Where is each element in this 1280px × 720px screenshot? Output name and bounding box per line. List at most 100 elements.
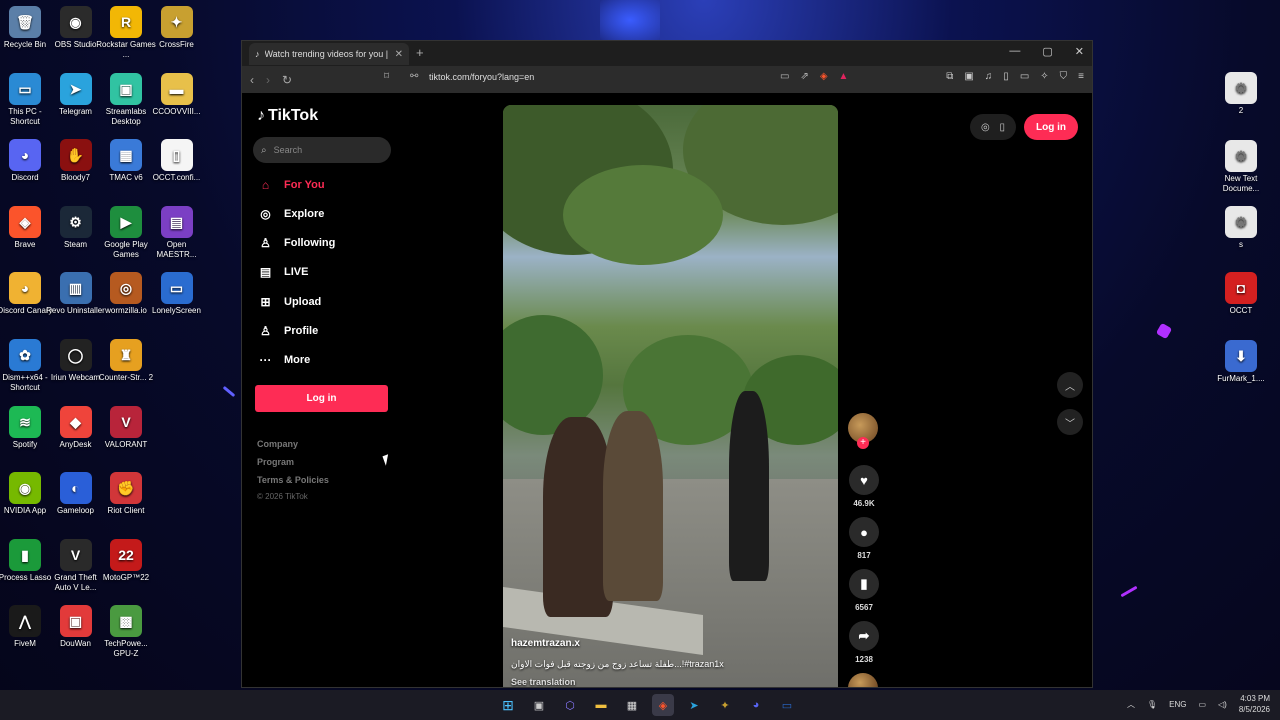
nav-item-following[interactable]: ♙ Following (258, 236, 335, 251)
desktop-icon[interactable]: ▯ OCCT.confi... (147, 139, 207, 183)
video-player[interactable]: hazemtrazan.x طفلة تساعد زوج من زوجته قب… (503, 105, 838, 687)
copilot-icon[interactable]: ⬡ (559, 694, 581, 716)
site-info-icon[interactable]: ⚯ (410, 71, 418, 82)
wallpaper-streak (1155, 322, 1173, 340)
discord-taskbar-icon[interactable]: ◕ (745, 694, 767, 716)
file-icon: ▯ (160, 139, 193, 172)
wallet-icon[interactable]: ▭ (1020, 71, 1029, 82)
previous-video-button[interactable]: ︿ (1057, 372, 1083, 398)
see-translation-link[interactable]: See translation (511, 677, 576, 687)
forward-icon[interactable]: › (266, 73, 270, 87)
media-icon[interactable]: ♫ (985, 71, 993, 82)
brave-shields-icon[interactable]: ◈ (820, 71, 828, 82)
footer-link[interactable]: Terms & Policies (257, 475, 329, 485)
network-icon[interactable]: ▭ (1198, 700, 1206, 709)
volume-icon[interactable]: ◁) (1218, 700, 1227, 709)
tiktok-logo[interactable]: ♪ TikTok (257, 107, 318, 125)
footer-link[interactable]: Program (257, 457, 294, 467)
phone-icon[interactable]: ▯ (1000, 122, 1006, 133)
top-right-controls: ◎ ▯ Log in (970, 114, 1078, 140)
crossfire-taskbar-icon[interactable]: ✦ (714, 694, 736, 716)
login-button[interactable]: Log in (255, 385, 388, 412)
search-input[interactable]: ⌕ Search (253, 137, 391, 163)
nav-item-profile[interactable]: ♙ Profile (258, 324, 318, 339)
compass-icon: ◎ (260, 206, 271, 221)
desktop-icon (147, 339, 207, 373)
bookmark-save-icon[interactable]: ▮ (849, 569, 879, 599)
top-login-button[interactable]: Log in (1024, 114, 1078, 140)
file-explorer-icon[interactable]: ▬ (590, 694, 612, 716)
leo-icon[interactable]: ✧ (1040, 71, 1048, 82)
anydesk-icon: ◆ (59, 405, 92, 438)
extensions-icon[interactable]: ⧉ (946, 71, 953, 82)
nav-item-more[interactable]: ··· More (258, 353, 311, 368)
coin-icon[interactable]: ◎ (981, 122, 990, 133)
desktop-icon[interactable]: ⬇ FurMark_1.... (1211, 340, 1271, 384)
menu-icon[interactable]: ≡ (1078, 71, 1084, 82)
vpn-icon[interactable]: ⛉ (1060, 71, 1068, 82)
desktop-icon[interactable]: ⚙ s (1211, 206, 1271, 250)
clock[interactable]: 4:03 PM 8/5/2026 (1239, 693, 1270, 715)
video-username[interactable]: hazemtrazan.x (511, 638, 580, 649)
desktop-icon[interactable]: ◘ OCCT (1211, 272, 1271, 316)
share-icon[interactable]: ⇗ (800, 71, 808, 82)
footer-link[interactable]: Company (257, 439, 298, 449)
new-tab-button[interactable]: + (416, 45, 424, 60)
language-indicator[interactable]: ENG (1169, 700, 1186, 709)
comment-icon[interactable]: ● (849, 517, 879, 547)
close-tab-icon[interactable]: ✕ (395, 49, 403, 60)
comment-action[interactable]: ● 817 (847, 517, 881, 560)
nav-item-live[interactable]: ▤ LIVE (258, 265, 309, 280)
reload-icon[interactable]: ↻ (282, 73, 292, 87)
telegram-taskbar-icon[interactable]: ➤ (683, 694, 705, 716)
maximize-icon[interactable]: ▢ (1042, 45, 1052, 58)
clock-time: 4:03 PM (1240, 694, 1270, 703)
bookmark-icon[interactable]: ⌑ (384, 71, 389, 82)
desktop-icon (147, 539, 207, 573)
share-arrow-icon[interactable]: ➦ (849, 621, 879, 651)
task-view-icon[interactable]: ▣ (528, 694, 550, 716)
desktop-icon[interactable]: ▭ LonelyScreen (147, 272, 207, 316)
nav-item-for-you[interactable]: ⌂ For You (258, 177, 325, 192)
settings-file-icon: ⚙ (1225, 206, 1257, 238)
desktop-icon[interactable]: ▩ TechPowe... GPU-Z (96, 605, 156, 659)
share-action[interactable]: ➦ 1238 (847, 621, 881, 664)
desktop-icon[interactable]: ✦ CrossFire (147, 6, 207, 50)
save-action[interactable]: ▮ 6567 (847, 569, 881, 612)
follow-plus-icon[interactable]: + (857, 437, 869, 449)
cast-icon[interactable]: ▭ (780, 71, 789, 82)
microphone-icon[interactable]: 🎙 (1147, 700, 1157, 709)
url-field[interactable]: tiktok.com/foryou?lang=en (429, 72, 534, 82)
video-caption: طفلة تساعد زوج من زوجته قبل فوات الاوان.… (511, 659, 724, 669)
heart-icon[interactable]: ♥ (849, 465, 879, 495)
desktop-icon[interactable]: ⚙ New Text Docume... (1211, 140, 1271, 194)
back-icon[interactable]: ‹ (250, 73, 254, 87)
close-window-icon[interactable]: ✕ (1075, 45, 1084, 58)
valorant-icon: V (110, 405, 142, 438)
browser-tab[interactable]: ♪ Watch trending videos for you | ✕ (249, 43, 409, 65)
like-action[interactable]: ♥ 46.9K (847, 465, 881, 508)
desktop-icon[interactable]: ▤ Open MAESTR... (147, 205, 207, 260)
lonelyscreen-taskbar-icon[interactable]: ▭ (776, 694, 798, 716)
wallpaper-streak (600, 0, 660, 40)
screenshot-icon[interactable]: ▣ (964, 71, 973, 82)
nav-item-upload[interactable]: ⊞ Upload (258, 294, 321, 309)
next-video-button[interactable]: ﹀ (1057, 409, 1083, 435)
start-icon[interactable]: ⊞ (497, 694, 519, 716)
store-icon[interactable]: ▦ (621, 694, 643, 716)
brave-taskbar-icon[interactable]: ◈ (652, 694, 674, 716)
minimize-icon[interactable]: — (1009, 45, 1020, 58)
occt-icon: ◘ (1225, 272, 1257, 304)
person-figure (603, 411, 663, 601)
nav-item-label: LIVE (284, 266, 309, 279)
taskbar: ⊞ ▣ ⬡ ▬ ▦ ◈ ➤ ✦ ◕ ▭ ︿ 🎙 ENG ▭ ◁) 4:03 PM… (0, 690, 1280, 720)
brave-rewards-icon[interactable]: ▲ (839, 71, 849, 82)
desktop-icon[interactable]: ▬ CCOOVVIII... (147, 72, 207, 117)
nav-item-explore[interactable]: ◎ Explore (258, 206, 324, 221)
music-disc-avatar[interactable] (848, 673, 878, 687)
desktop-icon[interactable]: ⚙ 2 (1211, 72, 1271, 116)
process-lasso-icon: ▮ (9, 538, 41, 571)
sidebar-icon[interactable]: ▯ (1003, 71, 1009, 82)
tray-overflow-icon[interactable]: ︿ (1127, 699, 1135, 710)
logo-text: TikTok (268, 107, 319, 124)
